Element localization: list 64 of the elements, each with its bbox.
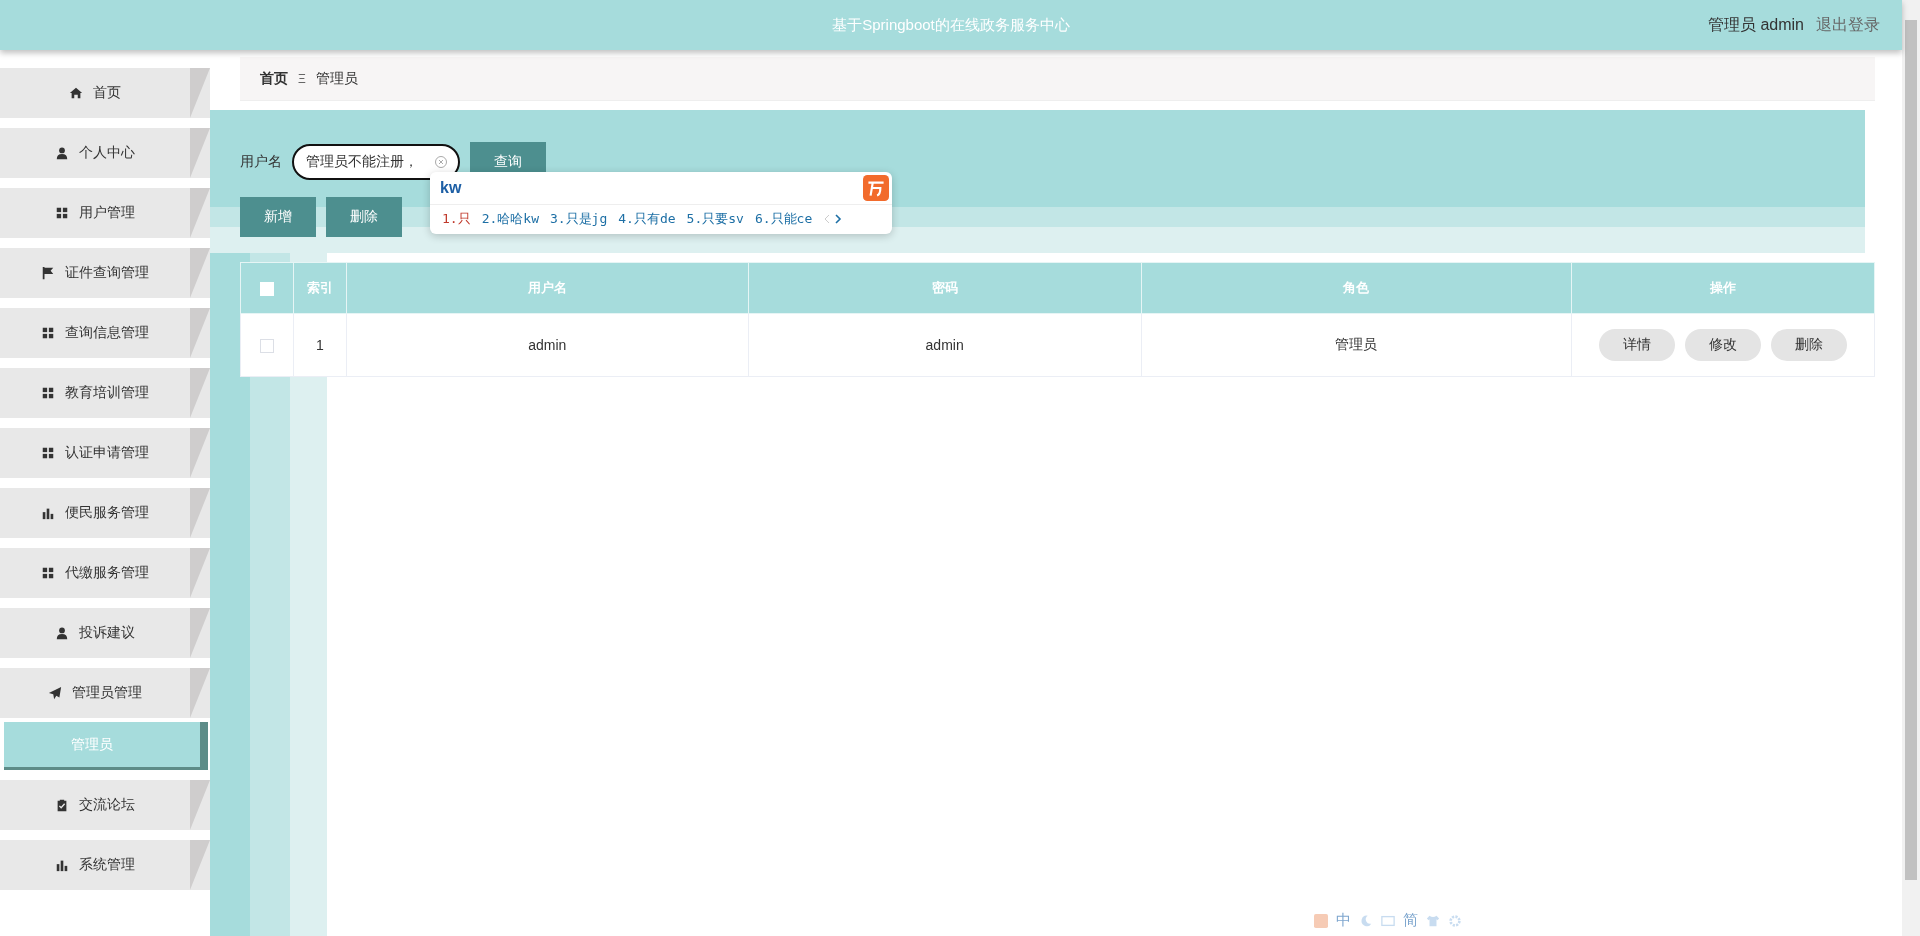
flag-icon [41,266,55,280]
ime-candidate[interactable]: 1.只 [442,210,471,228]
site-title: 基于Springboot的在线政务服务中心 [832,15,1070,35]
grid-icon [55,206,69,220]
sidebar-item[interactable]: 用户管理 [0,188,210,238]
column-header: 索引 [293,262,347,314]
sidebar-item[interactable]: 查询信息管理 [0,308,210,358]
bar-chart-icon [55,858,69,872]
sidebar-item[interactable]: 投诉建议 [0,608,210,658]
grid-icon [41,326,55,340]
row-action-button[interactable]: 详情 [1599,329,1675,361]
ime-candidate[interactable]: 3.只是jg [549,210,608,228]
ime-composition: kw [440,179,462,197]
ime-candidate[interactable]: 4.只有de [618,210,676,228]
grid-icon [41,386,55,400]
user-icon [55,146,69,160]
sidebar-item[interactable]: 个人中心 [0,128,210,178]
sidebar-item[interactable]: 证件查询管理 [0,248,210,298]
sidebar-item[interactable]: 首页 [0,68,210,118]
logout-link[interactable]: 退出登录 [1816,14,1880,36]
table-cell: 管理员 [1335,336,1378,352]
column-header: 角色 [1141,262,1572,314]
breadcrumb-link[interactable]: 首页 [260,69,288,88]
column-header: 用户名 [346,262,748,314]
home-icon [69,86,83,100]
moon-icon[interactable] [1359,913,1373,928]
ime-candidate[interactable]: 2.哈哈kw [481,210,539,228]
row-action-button[interactable]: 删除 [1771,329,1847,361]
bar-chart-icon [41,506,55,520]
sidebar-item[interactable]: 代缴服务管理 [0,548,210,598]
column-header: 密码 [748,262,1142,314]
user-label: 管理员 admin [1707,14,1804,35]
table-cell: admin [528,337,567,353]
settings-icon[interactable] [1448,913,1462,928]
search-label: 用户名 [240,153,282,171]
ime-candidate[interactable]: 6.只能ce [754,210,813,228]
keyboard-icon[interactable] [1381,913,1395,928]
paper-plane-icon [48,686,62,700]
clipboard-icon [55,798,69,812]
action-button[interactable]: 新增 [240,197,316,237]
ime-logo-icon [863,175,889,201]
sidebar-item[interactable]: 教育培训管理 [0,368,210,418]
sidebar-item[interactable]: 认证申请管理 [0,428,210,478]
scrollbar[interactable] [1902,0,1920,936]
row-action-button[interactable]: 修改 [1685,329,1761,361]
table-cell: admin [925,337,964,353]
select-all-checkbox[interactable] [260,281,274,296]
sidebar-item[interactable]: 便民服务管理 [0,488,210,538]
grid-icon [41,446,55,460]
sidebar-item[interactable]: 系统管理 [0,840,210,890]
sidebar-item[interactable]: 管理员管理 [0,668,210,718]
ime-candidate[interactable]: 5.只要sv [686,210,744,228]
clear-icon[interactable] [434,155,448,169]
grid-icon [41,566,55,580]
username-search-field[interactable]: 管理员不能注册， [292,144,460,180]
column-header: 操作 [1571,262,1875,314]
shirt-icon[interactable] [1426,913,1440,928]
user-icon [55,626,69,640]
table-cell: 1 [316,337,324,353]
sidebar-item[interactable]: 交流论坛 [0,780,210,830]
row-checkbox[interactable] [260,339,274,354]
breadcrumb-separator: Ξ [298,71,306,86]
breadcrumb-link[interactable]: 管理员 [315,69,358,88]
action-button[interactable]: 删除 [326,197,402,237]
